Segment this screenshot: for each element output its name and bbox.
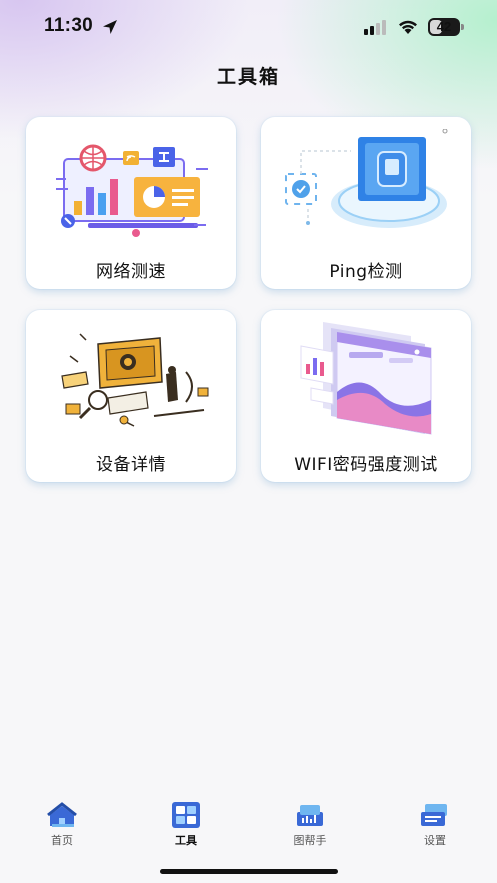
tab-label-settings: 设置 bbox=[424, 834, 446, 847]
status-time: 11:30 bbox=[44, 15, 94, 36]
tool-card-wifi-password[interactable]: WIFI密码强度测试 bbox=[261, 310, 471, 482]
settings-icon bbox=[421, 804, 447, 826]
ping-monitor-illustration bbox=[285, 129, 448, 228]
wifi-password-illustration bbox=[300, 322, 432, 435]
cellular-signal-icon bbox=[364, 20, 386, 35]
device-details-illustration bbox=[61, 333, 209, 427]
tool-label-device-details: 设备详情 bbox=[96, 455, 166, 475]
location-arrow-icon bbox=[103, 20, 117, 34]
tab-tools[interactable]: 工具 bbox=[124, 790, 248, 854]
tab-home[interactable]: 首页 bbox=[0, 790, 124, 854]
chart-helper-icon bbox=[297, 805, 323, 826]
network-speed-illustration bbox=[56, 144, 208, 237]
tools-icon bbox=[172, 802, 200, 828]
tool-label-wifi-password: WIFI密码强度测试 bbox=[294, 455, 438, 475]
home-icon bbox=[47, 802, 77, 827]
wifi-icon bbox=[399, 20, 417, 34]
tab-label-home: 首页 bbox=[51, 834, 73, 847]
tab-label-tools: 工具 bbox=[175, 834, 197, 847]
tool-label-network-speed: 网络测速 bbox=[96, 262, 166, 282]
tool-card-ping[interactable]: Ping检测 bbox=[261, 117, 471, 289]
page-title: 工具箱 bbox=[216, 66, 280, 88]
tab-label-chart-helper: 图帮手 bbox=[293, 834, 327, 847]
tool-card-device-details[interactable]: 设备详情 bbox=[26, 310, 236, 482]
status-bar: 11:30 42 bbox=[0, 0, 497, 54]
home-indicator[interactable] bbox=[160, 869, 338, 874]
tab-settings[interactable]: 设置 bbox=[373, 790, 497, 854]
battery-percent: 42 bbox=[436, 19, 452, 34]
tool-card-network-speed[interactable]: 网络测速 bbox=[26, 117, 236, 289]
tool-label-ping: Ping检测 bbox=[329, 262, 403, 282]
tab-chart-helper[interactable]: 图帮手 bbox=[248, 790, 372, 854]
battery-indicator: 42 bbox=[428, 18, 464, 36]
battery-cap bbox=[461, 24, 464, 30]
